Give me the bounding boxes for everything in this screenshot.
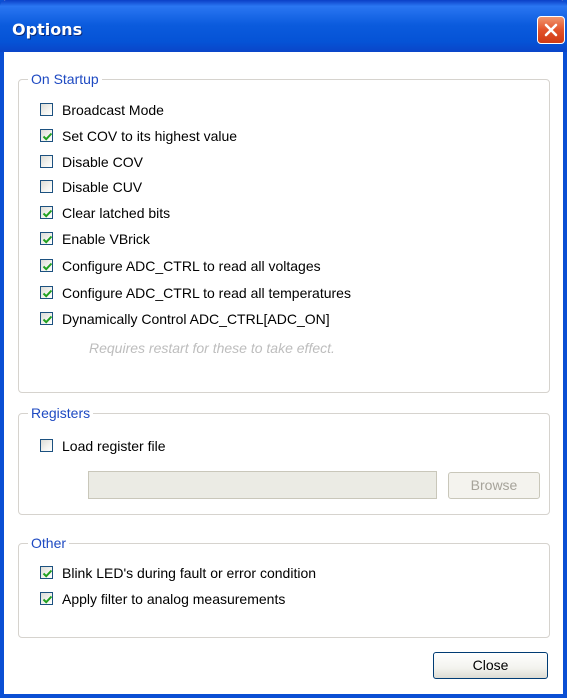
- restart-hint: Requires restart for these to take effec…: [89, 340, 335, 356]
- checkbox[interactable]: [40, 206, 53, 219]
- checkbox[interactable]: [40, 129, 53, 142]
- checkmark-icon: [42, 209, 53, 218]
- checkbox-label: Broadcast Mode: [62, 102, 164, 118]
- checkmark-icon: [42, 235, 53, 244]
- checkbox[interactable]: [40, 155, 53, 168]
- checkbox[interactable]: [40, 566, 53, 579]
- group-legend-other: Other: [28, 534, 70, 552]
- checkbox[interactable]: [40, 103, 53, 116]
- load-register-file-checkbox[interactable]: [40, 439, 53, 452]
- checkmark-icon: [42, 289, 53, 298]
- group-legend-on-startup: On Startup: [28, 70, 102, 88]
- checkbox-label: Enable VBrick: [62, 231, 150, 247]
- checkmark-icon: [42, 262, 53, 271]
- checkbox[interactable]: [40, 312, 53, 325]
- checkmark-icon: [42, 315, 53, 324]
- checkbox-label: Configure ADC_CTRL to read all voltages: [62, 258, 321, 274]
- checkbox-label: Blink LED's during fault or error condit…: [62, 565, 317, 581]
- checkbox-label: Configure ADC_CTRL to read all temperatu…: [62, 285, 351, 301]
- registers-group: Registers: [18, 404, 550, 515]
- checkbox[interactable]: [40, 259, 53, 272]
- checkbox[interactable]: [40, 286, 53, 299]
- checkbox-label: Apply filter to analog measurements: [62, 591, 286, 607]
- browse-button[interactable]: Browse: [448, 472, 540, 499]
- checkbox-label: Disable COV: [62, 154, 143, 170]
- title-bar[interactable]: Options: [0, 0, 567, 52]
- checkbox-label: Set COV to its highest value: [62, 128, 238, 144]
- checkbox-label: Clear latched bits: [62, 205, 171, 221]
- checkmark-icon: [42, 569, 53, 578]
- register-file-path-input[interactable]: [88, 471, 437, 499]
- checkbox-label: Dynamically Control ADC_CTRL[ADC_ON]: [62, 311, 330, 327]
- checkbox-label: Disable CUV: [62, 179, 143, 195]
- group-legend-registers: Registers: [28, 404, 94, 422]
- close-button[interactable]: Close: [433, 652, 548, 679]
- checkbox[interactable]: [40, 592, 53, 605]
- checkbox[interactable]: [40, 232, 53, 245]
- load-register-file-label: Load register file: [62, 438, 166, 454]
- checkbox[interactable]: [40, 180, 53, 193]
- checkmark-icon: [42, 595, 53, 604]
- window-title: Options: [12, 20, 83, 39]
- close-icon[interactable]: [537, 16, 565, 44]
- checkmark-icon: [42, 132, 53, 141]
